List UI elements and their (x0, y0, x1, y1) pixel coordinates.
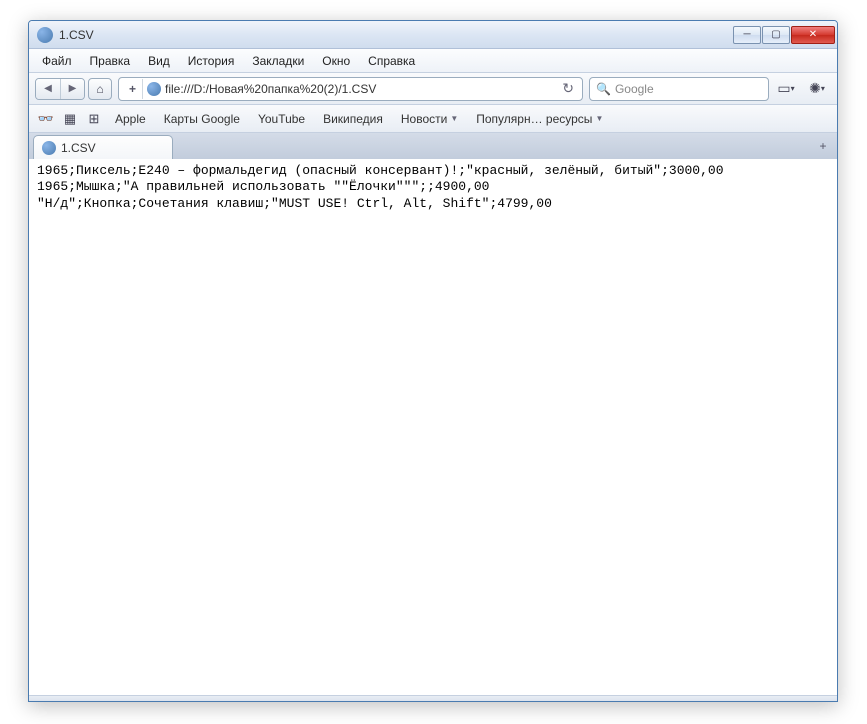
app-icon (37, 27, 53, 43)
home-button[interactable]: ⌂ (88, 78, 112, 100)
page-content[interactable]: 1965;Пиксель;Е240 – формальдегид (опасны… (29, 159, 837, 695)
statusbar (29, 695, 837, 701)
url-text[interactable]: file:///D:/Новая%20папка%20(2)/1.CSV (165, 82, 554, 96)
nav-group: ◀ ▶ (35, 78, 85, 100)
search-field[interactable]: 🔍 Google (589, 77, 769, 101)
browser-window: 1.CSV ─ ▢ ✕ Файл Правка Вид История Закл… (28, 20, 838, 702)
titlebar[interactable]: 1.CSV ─ ▢ ✕ (29, 21, 837, 49)
settings-button[interactable]: ✺▾ (803, 78, 831, 100)
bookmark-wikipedia[interactable]: Википедия (315, 109, 391, 129)
tab-active[interactable]: 1.CSV (33, 135, 173, 159)
chevron-down-icon: ▼ (450, 114, 458, 123)
menu-history[interactable]: История (179, 51, 244, 71)
window-title: 1.CSV (59, 28, 733, 42)
toolbar: ◀ ▶ ⌂ + file:///D:/Новая%20папка%20(2)/1… (29, 73, 837, 105)
new-tab-button[interactable]: + (815, 139, 831, 153)
content-line: "Н/д";Кнопка;Сочетания клавиш;"MUST USE!… (37, 196, 552, 211)
menu-edit[interactable]: Правка (81, 51, 140, 71)
add-bookmark-button[interactable]: + (123, 79, 143, 99)
menu-bookmarks[interactable]: Закладки (243, 51, 313, 71)
menu-view[interactable]: Вид (139, 51, 179, 71)
show-bookmarks-icon[interactable]: ▦ (59, 109, 81, 129)
menu-file[interactable]: Файл (33, 51, 81, 71)
minimize-button[interactable]: ─ (733, 26, 761, 44)
chevron-down-icon: ▼ (595, 114, 603, 123)
address-bar[interactable]: + file:///D:/Новая%20папка%20(2)/1.CSV ↻ (118, 77, 583, 101)
content-line: 1965;Мышка;"А правильней использовать ""… (37, 179, 489, 194)
bookmark-news[interactable]: Новости▼ (393, 109, 466, 129)
content-line: 1965;Пиксель;Е240 – формальдегид (опасны… (37, 163, 724, 178)
bookmark-gmaps[interactable]: Карты Google (156, 109, 248, 129)
site-icon (147, 82, 161, 96)
bookmarks-bar: 👓 ▦ ⊞ Apple Карты Google YouTube Википед… (29, 105, 837, 133)
tab-title: 1.CSV (61, 141, 96, 155)
window-controls: ─ ▢ ✕ (733, 26, 835, 44)
tabstrip: 1.CSV + (29, 133, 837, 159)
reload-button[interactable]: ↻ (558, 80, 578, 97)
back-button[interactable]: ◀ (36, 79, 60, 99)
tab-favicon (42, 141, 56, 155)
search-placeholder: Google (615, 82, 654, 96)
close-button[interactable]: ✕ (791, 26, 835, 44)
maximize-button[interactable]: ▢ (762, 26, 790, 44)
menu-window[interactable]: Окно (313, 51, 359, 71)
bookmark-youtube[interactable]: YouTube (250, 109, 313, 129)
page-menu-button[interactable]: ▭▾ (772, 78, 800, 100)
bookmark-apple[interactable]: Apple (107, 109, 154, 129)
menu-help[interactable]: Справка (359, 51, 424, 71)
bookmark-popular[interactable]: Популярн… ресурсы▼ (468, 109, 611, 129)
reading-list-icon[interactable]: 👓 (35, 109, 57, 129)
search-icon: 🔍 (596, 82, 611, 96)
forward-button[interactable]: ▶ (60, 79, 84, 99)
menubar: Файл Правка Вид История Закладки Окно Сп… (29, 49, 837, 73)
topsites-icon[interactable]: ⊞ (83, 109, 105, 129)
